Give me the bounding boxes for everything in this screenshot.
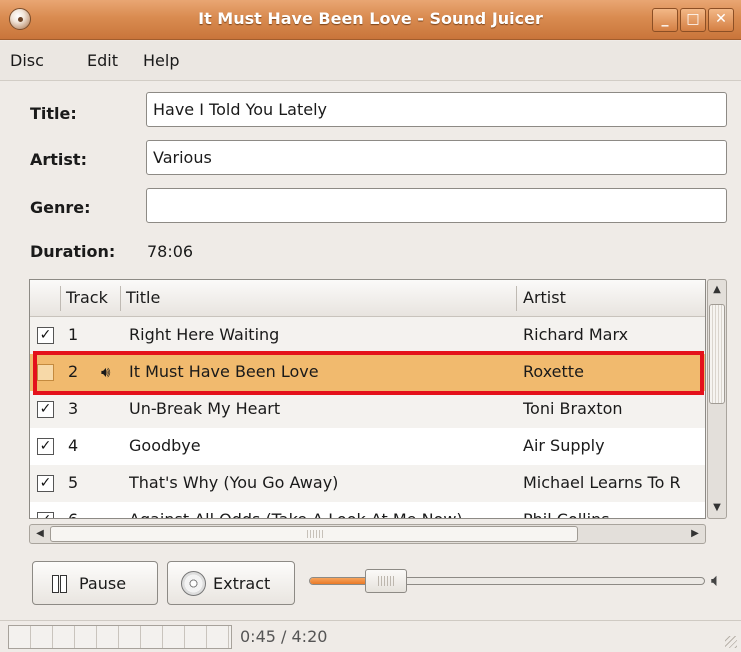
menu-bar: Disc Edit Help	[0, 41, 741, 81]
extract-checkbox[interactable]: ✓	[37, 438, 54, 455]
window-title: It Must Have Been Love - Sound Juicer	[198, 9, 543, 28]
header-track[interactable]: Track	[66, 280, 108, 317]
sound-juicer-window: It Must Have Been Love - Sound Juicer _ …	[0, 0, 741, 652]
track-title: It Must Have Been Love	[129, 362, 319, 381]
vertical-scroll-thumb[interactable]	[709, 304, 725, 404]
title-label: Title:	[30, 104, 77, 123]
volume-icon[interactable]: 🔈︎	[711, 570, 722, 592]
menu-edit[interactable]: Edit	[87, 51, 118, 70]
vertical-scrollbar[interactable]: ▲ ▼	[707, 279, 727, 519]
horizontal-scrollbar[interactable]: ◀ ▶	[29, 524, 706, 544]
scroll-down-arrow-icon[interactable]: ▼	[708, 499, 726, 517]
maximize-button[interactable]: □	[680, 8, 706, 32]
track-title: Against All Odds (Take A Look At Me Now)	[129, 502, 509, 518]
scroll-right-arrow-icon[interactable]: ▶	[686, 525, 704, 543]
minimize-button[interactable]: _	[652, 8, 678, 32]
menu-help[interactable]: Help	[143, 51, 179, 70]
pause-icon	[52, 575, 68, 593]
track-title: Goodbye	[129, 436, 201, 455]
title-input[interactable]	[146, 92, 727, 127]
track-list: Track Title Artist ✓ 1 Right Here Waitin…	[29, 279, 706, 519]
extract-checkbox[interactable]	[37, 364, 54, 381]
header-artist[interactable]: Artist	[523, 280, 566, 317]
artist-input[interactable]	[146, 140, 727, 175]
track-row-selected[interactable]: 2 🔊︎ It Must Have Been Love Roxette	[30, 354, 705, 391]
header-separator	[60, 286, 61, 311]
extract-checkbox[interactable]: ✓	[37, 401, 54, 418]
close-button[interactable]: ✕	[708, 8, 734, 32]
track-row[interactable]: ✓ 1 Right Here Waiting Richard Marx	[30, 317, 705, 354]
extract-checkbox[interactable]: ✓	[37, 475, 54, 492]
track-row[interactable]: ✓ 6 Against All Odds (Take A Look At Me …	[30, 502, 705, 518]
track-number: 5	[68, 473, 79, 492]
extract-button[interactable]: Extract	[167, 561, 295, 605]
track-number: 4	[68, 436, 79, 455]
status-bar: 0:45 / 4:20	[0, 620, 741, 652]
scroll-left-arrow-icon[interactable]: ◀	[31, 525, 49, 543]
pause-label: Pause	[79, 574, 127, 593]
duration-label: Duration:	[30, 242, 116, 261]
track-row[interactable]: ✓ 3 Un-Break My Heart Toni Braxton	[30, 391, 705, 428]
horizontal-scroll-thumb[interactable]	[50, 526, 578, 542]
menu-disc[interactable]: Disc	[10, 51, 44, 70]
track-artist: Roxette	[523, 362, 584, 381]
track-number: 6	[68, 502, 78, 518]
track-list-header: Track Title Artist	[30, 280, 705, 317]
extract-checkbox[interactable]: ✓	[37, 327, 54, 344]
track-number: 1	[68, 325, 79, 344]
track-title: Right Here Waiting	[129, 325, 280, 344]
scroll-up-arrow-icon[interactable]: ▲	[708, 281, 726, 299]
header-separator	[120, 286, 121, 311]
cd-icon	[181, 571, 206, 596]
track-artist: Richard Marx	[523, 325, 629, 344]
pause-button[interactable]: Pause	[32, 561, 158, 605]
header-separator	[516, 286, 517, 311]
resize-grip-icon[interactable]	[725, 636, 737, 648]
header-title[interactable]: Title	[126, 280, 160, 317]
track-row[interactable]: ✓ 5 That's Why (You Go Away) Michael Lea…	[30, 465, 705, 502]
genre-label: Genre:	[30, 198, 91, 217]
speaker-playing-icon: 🔊︎	[101, 363, 111, 381]
track-artist: Michael Learns To R	[523, 473, 681, 492]
track-artist: Phil Collins	[523, 502, 705, 518]
extract-progress-bar	[8, 625, 232, 649]
track-artist: Air Supply	[523, 436, 605, 455]
artist-label: Artist:	[30, 150, 87, 169]
duration-value: 78:06	[147, 242, 194, 261]
extract-checkbox[interactable]: ✓	[37, 512, 54, 518]
playback-time: 0:45 / 4:20	[240, 627, 328, 646]
title-bar[interactable]: It Must Have Been Love - Sound Juicer _ …	[0, 0, 741, 40]
track-row[interactable]: ✓ 4 Goodbye Air Supply	[30, 428, 705, 465]
seek-slider-handle[interactable]	[365, 569, 407, 593]
track-title: Un-Break My Heart	[129, 399, 281, 418]
track-number: 3	[68, 399, 79, 418]
extract-label: Extract	[213, 574, 271, 593]
genre-input[interactable]	[146, 188, 727, 223]
track-number: 2	[68, 362, 79, 381]
track-artist: Toni Braxton	[523, 399, 623, 418]
track-title: That's Why (You Go Away)	[129, 473, 339, 492]
